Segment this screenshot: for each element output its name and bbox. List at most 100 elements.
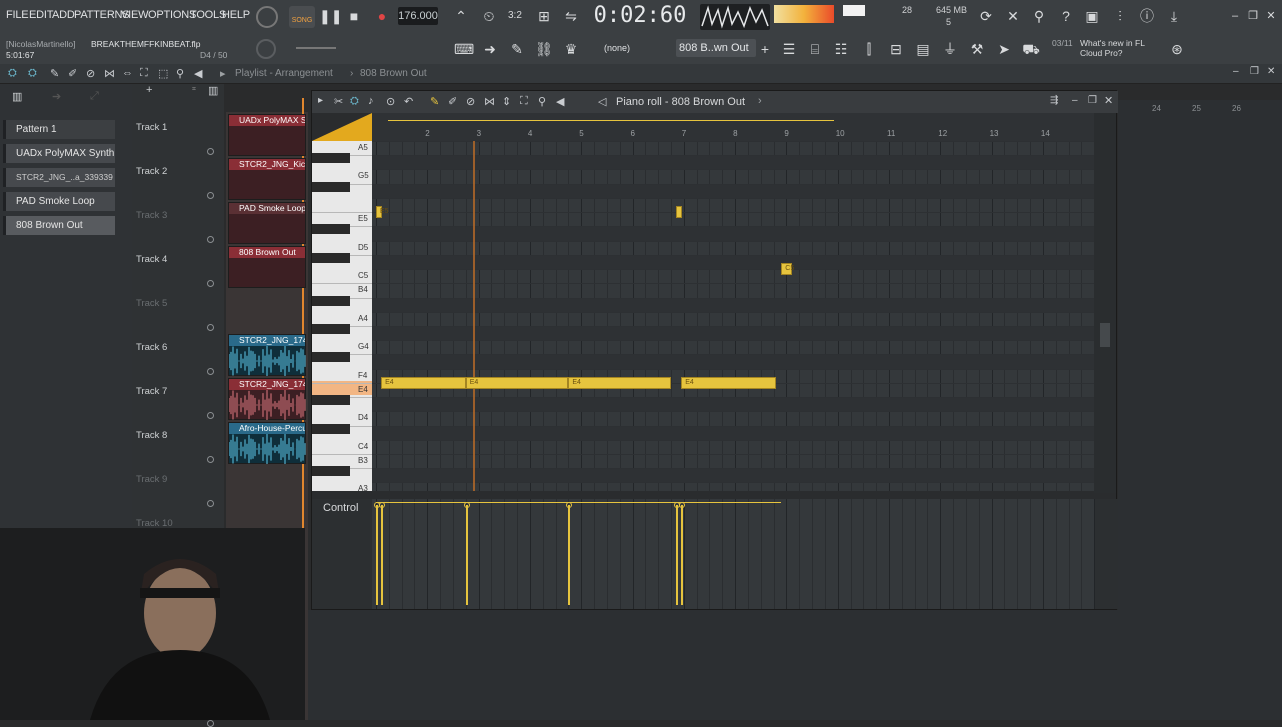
pr-scroll-thumb[interactable]: [1100, 323, 1110, 347]
pr-zoom-icon[interactable]: ⚲: [538, 95, 546, 108]
midi-note[interactable]: E4: [681, 376, 777, 389]
save-icon[interactable]: ▣: [1083, 7, 1101, 25]
black-key[interactable]: [312, 252, 350, 263]
track-label[interactable]: Track 7: [136, 386, 167, 397]
close-icon[interactable]: ✕: [1262, 7, 1280, 25]
mixer-icon[interactable]: ⫶: [1111, 7, 1129, 25]
velocity-bar[interactable]: [568, 505, 571, 605]
browser-item[interactable]: UADx PolyMAX Synth: [3, 144, 115, 163]
black-key[interactable]: [312, 395, 350, 406]
track-label[interactable]: Track 8: [136, 430, 167, 441]
track-mute-led[interactable]: [207, 192, 214, 199]
tempo-display[interactable]: 176.000: [398, 7, 438, 25]
globe-icon[interactable]: ⊛: [1168, 40, 1186, 58]
pr-mute-icon[interactable]: ⋈: [484, 95, 495, 108]
pause-icon[interactable]: ❚❚: [319, 7, 342, 25]
undo-pr-icon[interactable]: ↶: [404, 95, 413, 108]
track-label[interactable]: Track 5: [136, 298, 167, 309]
menu-view[interactable]: VIEW: [121, 9, 149, 21]
track-mute-led[interactable]: [207, 280, 214, 287]
black-key[interactable]: [312, 181, 350, 192]
select-tool-icon[interactable]: ⛶: [140, 67, 148, 80]
play-tool-icon[interactable]: ◀: [194, 67, 202, 80]
playlist-icon[interactable]: ☰: [780, 40, 798, 58]
tools-icon[interactable]: ✕: [1004, 7, 1022, 25]
pr-select-icon[interactable]: ⛶: [520, 95, 528, 108]
channel-rack-icon[interactable]: ☷: [832, 40, 850, 58]
current-pattern-box[interactable]: 808 B..wn Out: [676, 39, 756, 57]
pr-minimize-icon[interactable]: –: [1072, 95, 1078, 106]
track-mute-led[interactable]: [207, 368, 214, 375]
track-mute-led[interactable]: [207, 148, 214, 155]
note-grid[interactable]: E5 C5 E4 E4 E4 E4: [372, 141, 1094, 491]
track-label[interactable]: Track 6: [136, 342, 167, 353]
playlist-clip[interactable]: UADx PolyMAX Sy: [228, 114, 306, 156]
menu-help[interactable]: HELP: [222, 9, 250, 21]
master-volume-knob[interactable]: [256, 6, 278, 28]
minimize-icon[interactable]: –: [1226, 7, 1244, 25]
track-mute-led[interactable]: [207, 500, 214, 507]
playlist-close-icon[interactable]: ✕: [1267, 66, 1275, 77]
pr-ruler[interactable]: 2 3 4 5 6 7 8 9 10 11 12 13 14: [372, 129, 1094, 141]
browser-item[interactable]: PAD Smoke Loop: [3, 192, 115, 211]
delete-tool-icon[interactable]: ⊘: [86, 67, 95, 80]
wand-icon[interactable]: ⤢: [90, 90, 99, 103]
black-key[interactable]: [312, 323, 350, 334]
menu-tools[interactable]: TOOLS: [190, 9, 226, 21]
pr-speaker-icon[interactable]: ◁: [598, 95, 606, 108]
midi-note[interactable]: E4: [568, 376, 671, 389]
paint-tool-icon[interactable]: ✐: [68, 67, 77, 80]
track-mute-led[interactable]: [207, 236, 214, 243]
velocity-bar[interactable]: [681, 505, 684, 605]
pitch-knob[interactable]: [256, 39, 276, 59]
black-key[interactable]: [312, 295, 350, 306]
velocity-bar[interactable]: [676, 505, 679, 605]
info-icon[interactable]: ⓘ: [1138, 7, 1156, 25]
playlist-clip[interactable]: STCR2_JNG_174_: [228, 334, 306, 378]
pr-delete-icon[interactable]: ⊘: [466, 95, 475, 108]
browser-icon[interactable]: ⊟: [887, 40, 905, 58]
cart-icon[interactable]: ⛟: [1022, 40, 1040, 58]
keyboard-icon[interactable]: ⌨: [454, 40, 474, 58]
playlist-clip[interactable]: 808 Brown Out: [228, 246, 306, 288]
piano-roll-icon[interactable]: ⌸: [806, 40, 824, 58]
add-track-icon[interactable]: +: [146, 84, 152, 96]
midi-note[interactable]: E4: [465, 376, 569, 389]
download-icon[interactable]: ⤓: [1165, 7, 1183, 25]
pr-play-icon[interactable]: ◀: [556, 95, 564, 108]
song-mode-toggle[interactable]: SONG: [289, 6, 315, 28]
pattern-selector[interactable]: (none): [604, 43, 630, 53]
arrow-icon[interactable]: ➔: [52, 90, 61, 103]
master-pitch-slider[interactable]: [296, 47, 336, 49]
playlist-restore-icon[interactable]: ❐: [1250, 66, 1259, 77]
midi-note[interactable]: C5: [781, 263, 794, 276]
record-pr-icon[interactable]: ⊙: [386, 95, 395, 108]
pencil-icon[interactable]: ✎: [508, 40, 526, 58]
playlist-clip[interactable]: PAD Smoke Loop: [228, 202, 306, 244]
track-mute-led[interactable]: [207, 412, 214, 419]
black-key[interactable]: [312, 224, 350, 235]
news-text[interactable]: What's new in FL Cloud Pro?: [1080, 38, 1160, 58]
velocity-bar[interactable]: [376, 505, 378, 605]
track-mute-led[interactable]: [207, 720, 214, 727]
black-key[interactable]: [312, 423, 350, 434]
piano-icon[interactable]: ▥: [12, 90, 22, 103]
zoom-tool-icon[interactable]: ⚲: [176, 67, 184, 80]
browser-item[interactable]: 808 Brown Out: [3, 216, 115, 235]
playlist-clip[interactable]: STCR2_JNG_174_D: [228, 378, 306, 422]
pr-tools-icon[interactable]: ✂: [334, 95, 343, 108]
plug-icon[interactable]: ⏚: [941, 40, 959, 58]
draw-tool-icon[interactable]: ✎: [50, 67, 59, 80]
control-panel[interactable]: Control: [312, 499, 1118, 609]
note-icon[interactable]: ♪: [368, 95, 374, 107]
pr-brush-icon[interactable]: ✐: [448, 95, 457, 108]
browser-item[interactable]: Pattern 1: [3, 120, 115, 139]
pr-restore-icon[interactable]: ❐: [1088, 95, 1097, 106]
arrow-right-icon[interactable]: ➜: [481, 40, 499, 58]
playlist-clip[interactable]: STCR2_JNG_Kick: [228, 158, 306, 200]
piano-keys[interactable]: A5 G5 E5 D5 C5 B4 A4 G4 F4 E4 D4 C4 B3 A3: [312, 141, 372, 491]
metronome-icon[interactable]: ⌃: [452, 7, 470, 25]
track-mute-led[interactable]: [207, 324, 214, 331]
velocity-bar[interactable]: [381, 505, 384, 605]
black-key[interactable]: [312, 153, 350, 164]
